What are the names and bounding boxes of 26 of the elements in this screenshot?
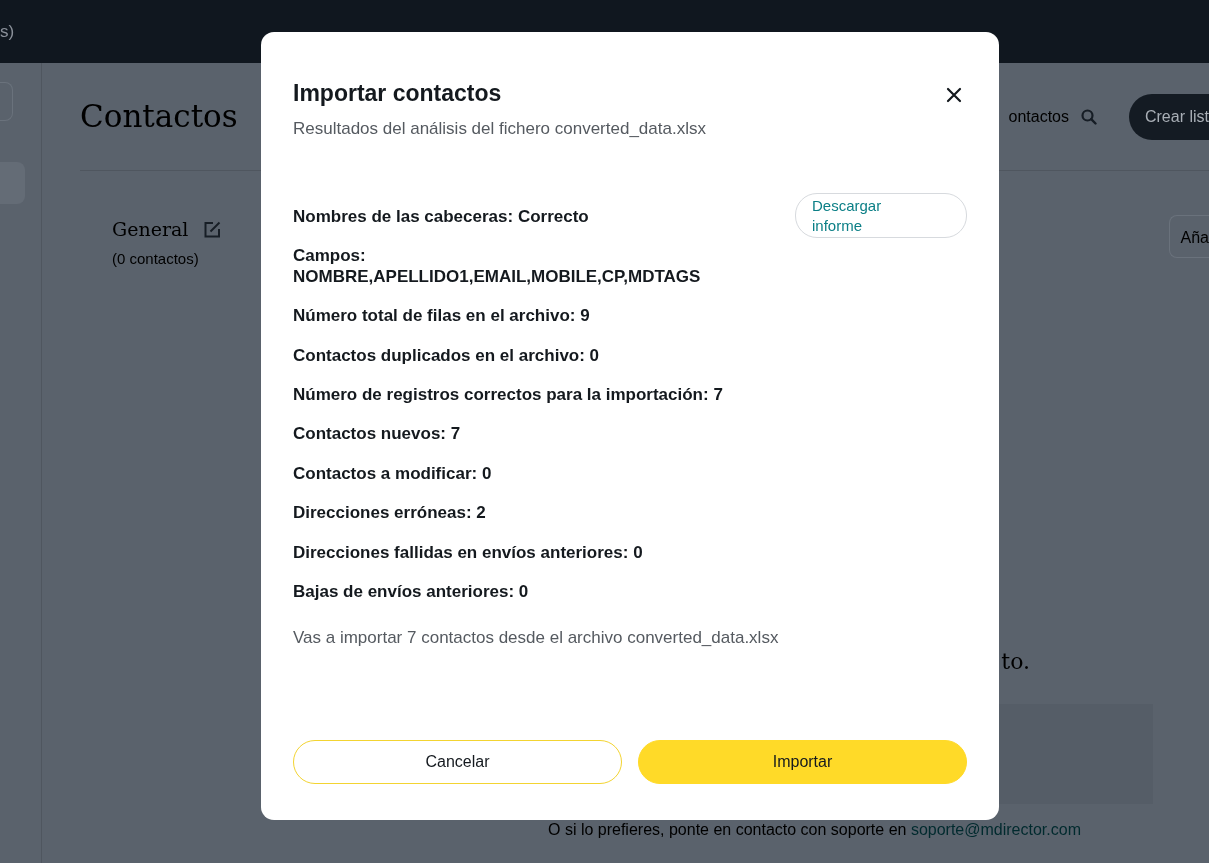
list-name: General (112, 217, 189, 242)
empty-message: to. (1001, 648, 1030, 676)
result-line: Campos: NOMBRE,APELLIDO1,EMAIL,MOBILE,CP,MDTAGS (293, 246, 702, 288)
result-line: Direcciones fallidas en envíos anteriores: 0 (293, 542, 644, 563)
import-summary: Vas a importar 7 contactos desde el archivo converted_data.xlsx (293, 627, 780, 650)
create-list-button[interactable]: Crear list (1129, 93, 1209, 140)
cancel-button[interactable]: Cancelar (293, 740, 622, 784)
import-button[interactable]: Importar (638, 740, 967, 784)
contact-count: (0 contactos) (112, 248, 200, 269)
result-line: Bajas de envíos anteriores: 0 (293, 582, 530, 603)
result-line: Contactos a modificar: 0 (293, 463, 493, 485)
result-line: Número total de filas en el archivo: 9 (293, 306, 591, 327)
result-line: Direcciones erróneas: 2 (293, 503, 487, 524)
download-report-button[interactable]: Descargar informe (795, 193, 967, 239)
result-line: Número de registros correctos para la importación: 7 (293, 385, 724, 406)
search-icon[interactable] (1081, 108, 1097, 125)
top-bar-text: s) (0, 20, 15, 43)
search-label: ontactos (1008, 106, 1069, 127)
result-line: Contactos nuevos: 7 (293, 424, 462, 445)
result-line: Contactos duplicados en el archivo: 0 (293, 345, 601, 367)
dialog-subtitle: Resultados del análisis del fichero converted_data.xlsx (293, 117, 707, 140)
page-title: Contactos (80, 97, 238, 136)
edit-icon[interactable] (204, 220, 222, 238)
dialog-title: Importar contactos (293, 80, 502, 108)
support-text: O si lo prefieres, ponte en contacto con soporte en soporte@mdirector.com (548, 820, 1082, 840)
result-line: Nombres de las cabeceras: Correcto (293, 207, 589, 228)
